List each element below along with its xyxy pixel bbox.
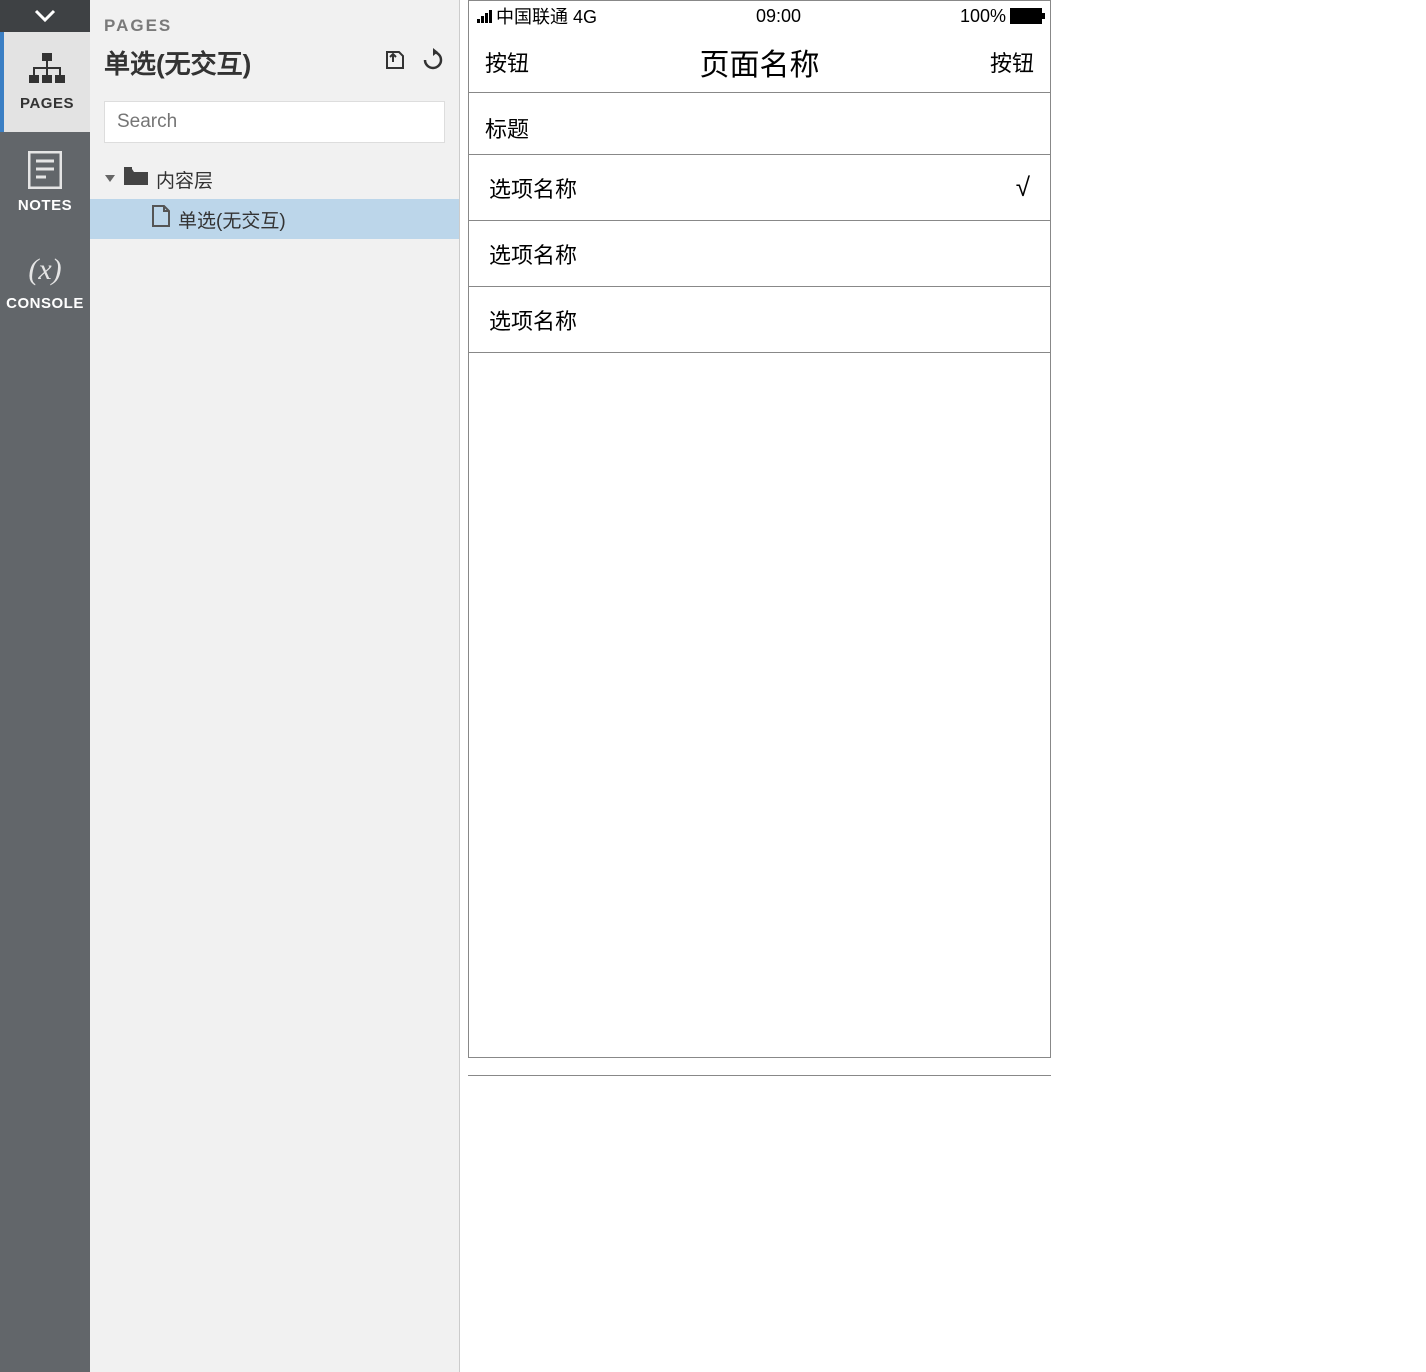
- notes-icon: [28, 151, 62, 189]
- tree-folder-label: 内容层: [156, 166, 213, 193]
- nav-right-button[interactable]: 按钮: [990, 46, 1034, 78]
- nav-bar: 按钮 页面名称 按钮: [469, 31, 1050, 93]
- tree-page[interactable]: 单选(无交互): [90, 199, 459, 239]
- status-time: 09:00: [601, 6, 956, 27]
- signal-icon: [477, 9, 492, 23]
- check-icon: √: [1016, 172, 1030, 203]
- rail-label-notes: NOTES: [18, 197, 72, 214]
- list-item[interactable]: 选项名称: [469, 221, 1050, 287]
- sitemap-icon: [27, 53, 67, 87]
- rail-tab-notes[interactable]: NOTES: [0, 132, 90, 232]
- pages-header: PAGES 单选(无交互): [90, 0, 459, 91]
- variable-icon: (x): [28, 253, 61, 287]
- rail-tab-console[interactable]: (x) CONSOLE: [0, 232, 90, 332]
- export-icon[interactable]: [383, 48, 407, 77]
- preview-canvas: 中国联通 4G 09:00 100% 按钮 页面名称 按钮 标题 选项名称 √ …: [460, 0, 1426, 1372]
- nav-title: 页面名称: [700, 40, 820, 84]
- chevron-down-icon: [34, 9, 56, 23]
- nav-left-button[interactable]: 按钮: [485, 46, 529, 78]
- pages-panel: PAGES 单选(无交互) 内容层: [90, 0, 460, 1372]
- option-label: 选项名称: [489, 172, 577, 204]
- folder-icon: [124, 167, 148, 191]
- battery-percent: 100%: [960, 6, 1006, 27]
- page-icon: [152, 205, 170, 233]
- rail-tab-pages[interactable]: PAGES: [0, 32, 90, 132]
- left-rail: PAGES NOTES (x) CONSOLE: [0, 0, 90, 1372]
- battery-icon: [1010, 8, 1042, 24]
- refresh-icon[interactable]: [421, 48, 445, 77]
- rail-label-console: CONSOLE: [6, 295, 84, 312]
- tree-page-label: 单选(无交互): [178, 206, 286, 233]
- rail-label-pages: PAGES: [20, 95, 74, 112]
- search-input[interactable]: [117, 111, 432, 133]
- status-bar: 中国联通 4G 09:00 100%: [469, 1, 1050, 31]
- option-label: 选项名称: [489, 238, 577, 270]
- page-tree: 内容层 单选(无交互): [90, 151, 459, 239]
- list-item[interactable]: 选项名称: [469, 287, 1050, 353]
- list-item[interactable]: 选项名称 √: [469, 155, 1050, 221]
- caret-down-icon: [104, 168, 116, 190]
- carrier-label: 中国联通 4G: [496, 3, 597, 29]
- page-title: 单选(无交互): [104, 44, 251, 81]
- collapse-bar[interactable]: [0, 0, 90, 32]
- section-title: 标题: [469, 93, 1050, 155]
- option-label: 选项名称: [489, 304, 577, 336]
- pages-header-label: PAGES: [104, 16, 445, 36]
- search-box[interactable]: [104, 101, 445, 143]
- tree-folder[interactable]: 内容层: [90, 159, 459, 199]
- device-frame: 中国联通 4G 09:00 100% 按钮 页面名称 按钮 标题 选项名称 √ …: [468, 0, 1051, 1058]
- divider-line: [468, 1075, 1051, 1076]
